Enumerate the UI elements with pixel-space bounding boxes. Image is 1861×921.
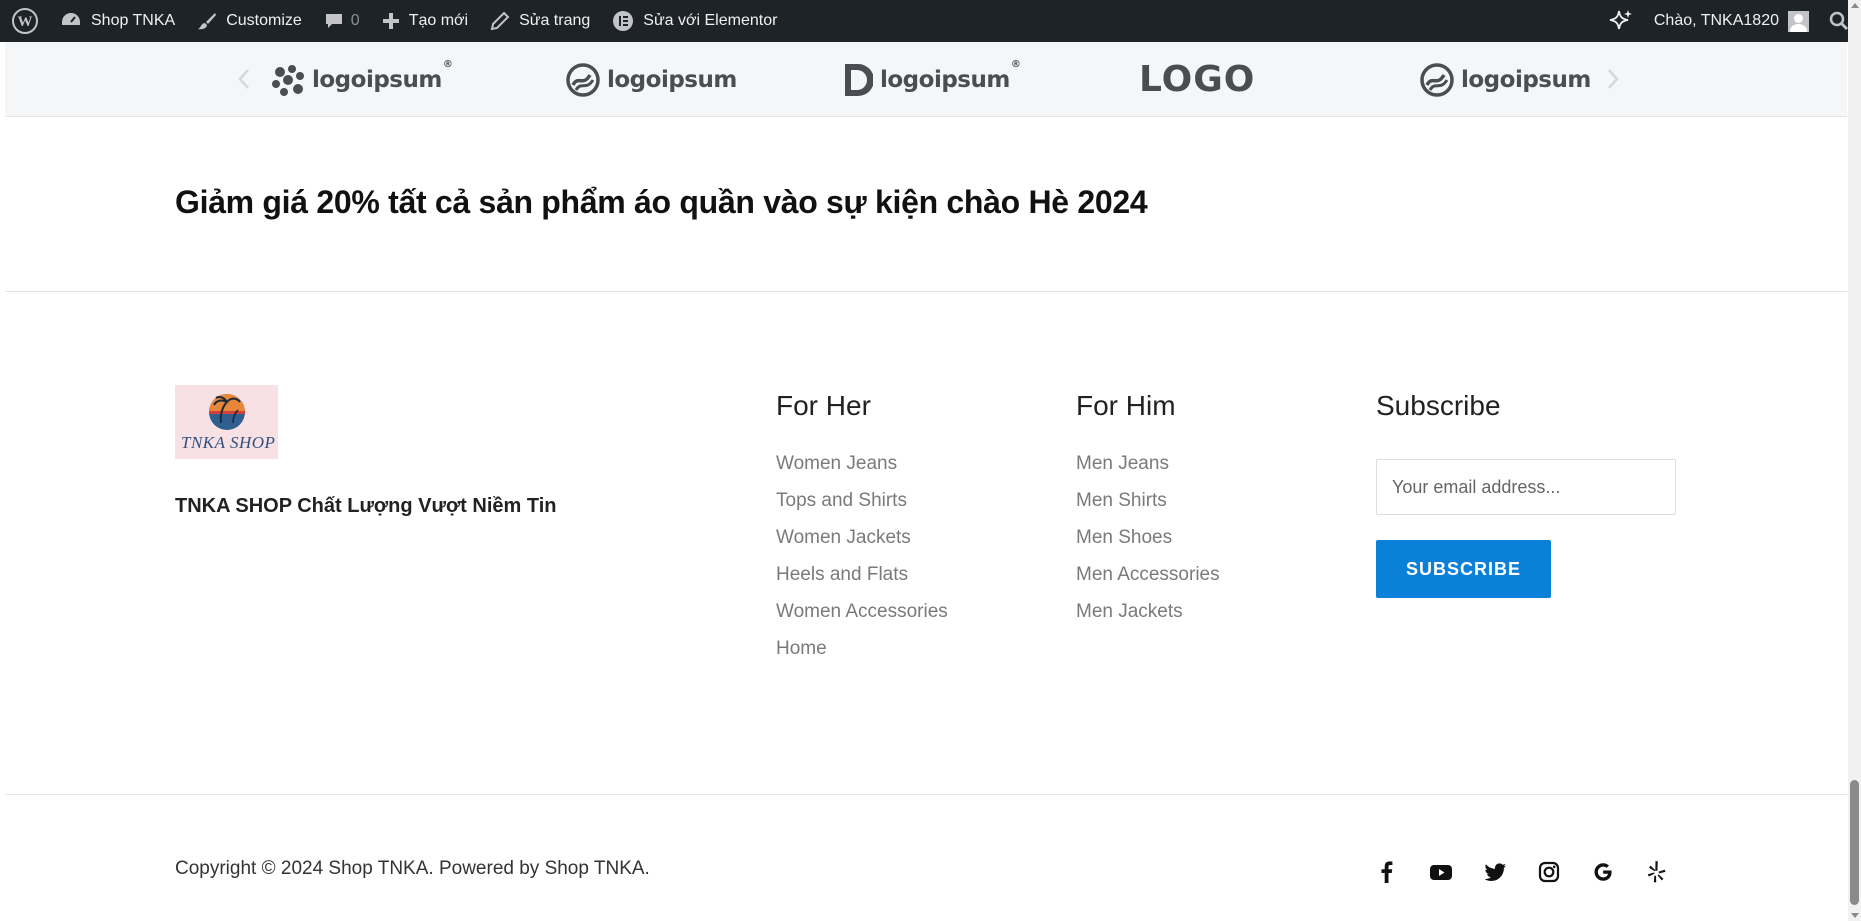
edit-with-elementor-label: Sửa với Elementor	[643, 12, 778, 29]
for-him-title: For Him	[1076, 390, 1176, 421]
paintbrush-icon	[198, 13, 217, 30]
page-scrollbar[interactable]	[1848, 0, 1861, 921]
divider	[5, 794, 1847, 795]
dots-logo-icon	[272, 65, 304, 96]
my-account-menu[interactable]: Chào, TNKA1820	[1653, 10, 1809, 32]
partner-logo-2-text: logoipsum	[607, 67, 737, 93]
registered-mark: ®	[1010, 59, 1021, 70]
divider	[5, 291, 1847, 292]
logo-carousel: logoipsum® logoipsum logoipsum® LOGO log…	[5, 42, 1847, 117]
wordpress-logo-icon[interactable]: W	[12, 8, 38, 34]
scroll-down-icon[interactable]	[1851, 913, 1859, 918]
wp-admin-bar: W Shop TNKA Customize 0 Tạo mới Sửa tran…	[0, 0, 1861, 42]
yelp-icon[interactable]	[1643, 858, 1671, 886]
email-field[interactable]	[1376, 459, 1676, 515]
partner-logo-1-text: logoipsum	[312, 67, 442, 93]
youtube-icon[interactable]	[1427, 858, 1455, 886]
social-links	[1373, 858, 1671, 886]
greeting-label: Chào, TNKA1820	[1653, 12, 1779, 29]
carousel-next-icon[interactable]	[1606, 68, 1620, 95]
comments-count: 0	[350, 12, 360, 29]
for-her-menu: Women Jeans Tops and Shirts Women Jacket…	[776, 452, 948, 674]
copyright-text: Copyright © 2024 Shop TNKA. Powered by S…	[175, 858, 650, 879]
partner-logo-1: logoipsum®	[271, 59, 453, 96]
facebook-icon[interactable]	[1373, 858, 1401, 886]
scrollbar-thumb[interactable]	[1850, 780, 1859, 905]
avatar	[1788, 10, 1809, 32]
for-her-link-tops-shirts[interactable]: Tops and Shirts	[776, 489, 948, 526]
for-her-link-home[interactable]: Home	[776, 637, 948, 674]
for-her-title: For Her	[776, 390, 871, 421]
partner-logo-4: LOGO	[1139, 59, 1256, 100]
partner-logo-2: logoipsum	[566, 63, 737, 97]
swirl-circle-logo-icon	[566, 63, 600, 97]
twitter-icon[interactable]	[1481, 858, 1509, 886]
partner-logo-3: logoipsum®	[843, 59, 1021, 96]
for-him-link-men-jackets[interactable]: Men Jackets	[1076, 600, 1220, 637]
for-her-link-women-jeans[interactable]: Women Jeans	[776, 452, 948, 489]
for-her-link-women-jackets[interactable]: Women Jackets	[776, 526, 948, 563]
pencil-icon	[490, 11, 510, 31]
site-name-menu[interactable]: Shop TNKA	[60, 11, 175, 31]
subscribe-button[interactable]: SUBSCRIBE	[1376, 540, 1551, 598]
new-content-label: Tạo mới	[408, 12, 469, 29]
partner-logo-5-text: logoipsum	[1461, 67, 1591, 93]
carousel-prev-icon[interactable]	[237, 68, 251, 95]
search-icon[interactable]	[1829, 11, 1849, 31]
registered-mark: ®	[442, 59, 453, 70]
for-him-menu: Men Jeans Men Shirts Men Shoes Men Acces…	[1076, 452, 1220, 637]
dashboard-icon	[62, 13, 80, 25]
plus-icon	[382, 13, 399, 29]
subscribe-title: Subscribe	[1376, 390, 1501, 421]
footer-brand-logo[interactable]: TNKA SHOP	[175, 385, 278, 459]
scroll-up-icon[interactable]	[1851, 3, 1859, 8]
for-him-link-men-shirts[interactable]: Men Shirts	[1076, 489, 1220, 526]
half-circle-logo-icon	[845, 64, 873, 96]
for-him-link-men-accessories[interactable]: Men Accessories	[1076, 563, 1220, 600]
edit-page-label: Sửa trang	[519, 12, 591, 29]
site-name-label: Shop TNKA	[91, 12, 176, 29]
for-her-link-heels-flats[interactable]: Heels and Flats	[776, 563, 948, 600]
brand-logo-text: TNKA SHOP	[181, 433, 276, 452]
customize-menu[interactable]: Customize	[197, 11, 302, 31]
google-icon[interactable]	[1589, 858, 1617, 886]
new-content-menu[interactable]: Tạo mới	[382, 12, 468, 30]
partner-logo-5: logoipsum	[1420, 63, 1591, 97]
edit-with-elementor-menu[interactable]: Sửa với Elementor	[612, 10, 777, 32]
svg-text:W: W	[18, 14, 33, 30]
for-him-link-men-jeans[interactable]: Men Jeans	[1076, 452, 1220, 489]
instagram-icon[interactable]	[1535, 858, 1563, 886]
swirl-circle-logo-icon	[1420, 63, 1454, 97]
elementor-icon	[613, 11, 634, 31]
partner-logo-3-text: logoipsum	[880, 67, 1010, 93]
ai-sparkle-icon[interactable]	[1608, 8, 1634, 34]
customize-label: Customize	[226, 12, 302, 29]
promo-headline: Giảm giá 20% tất cả sản phẩm áo quần vào…	[175, 184, 1148, 220]
footer-tagline: TNKA SHOP Chất Lượng Vượt Niềm Tin	[175, 495, 557, 517]
partner-logo-4-text: LOGO	[1139, 59, 1256, 100]
comments-menu[interactable]: 0	[324, 11, 360, 31]
comment-icon	[325, 14, 342, 28]
edit-page-menu[interactable]: Sửa trang	[490, 11, 590, 31]
for-him-link-men-shoes[interactable]: Men Shoes	[1076, 526, 1220, 563]
for-her-link-women-accessories[interactable]: Women Accessories	[776, 600, 948, 637]
